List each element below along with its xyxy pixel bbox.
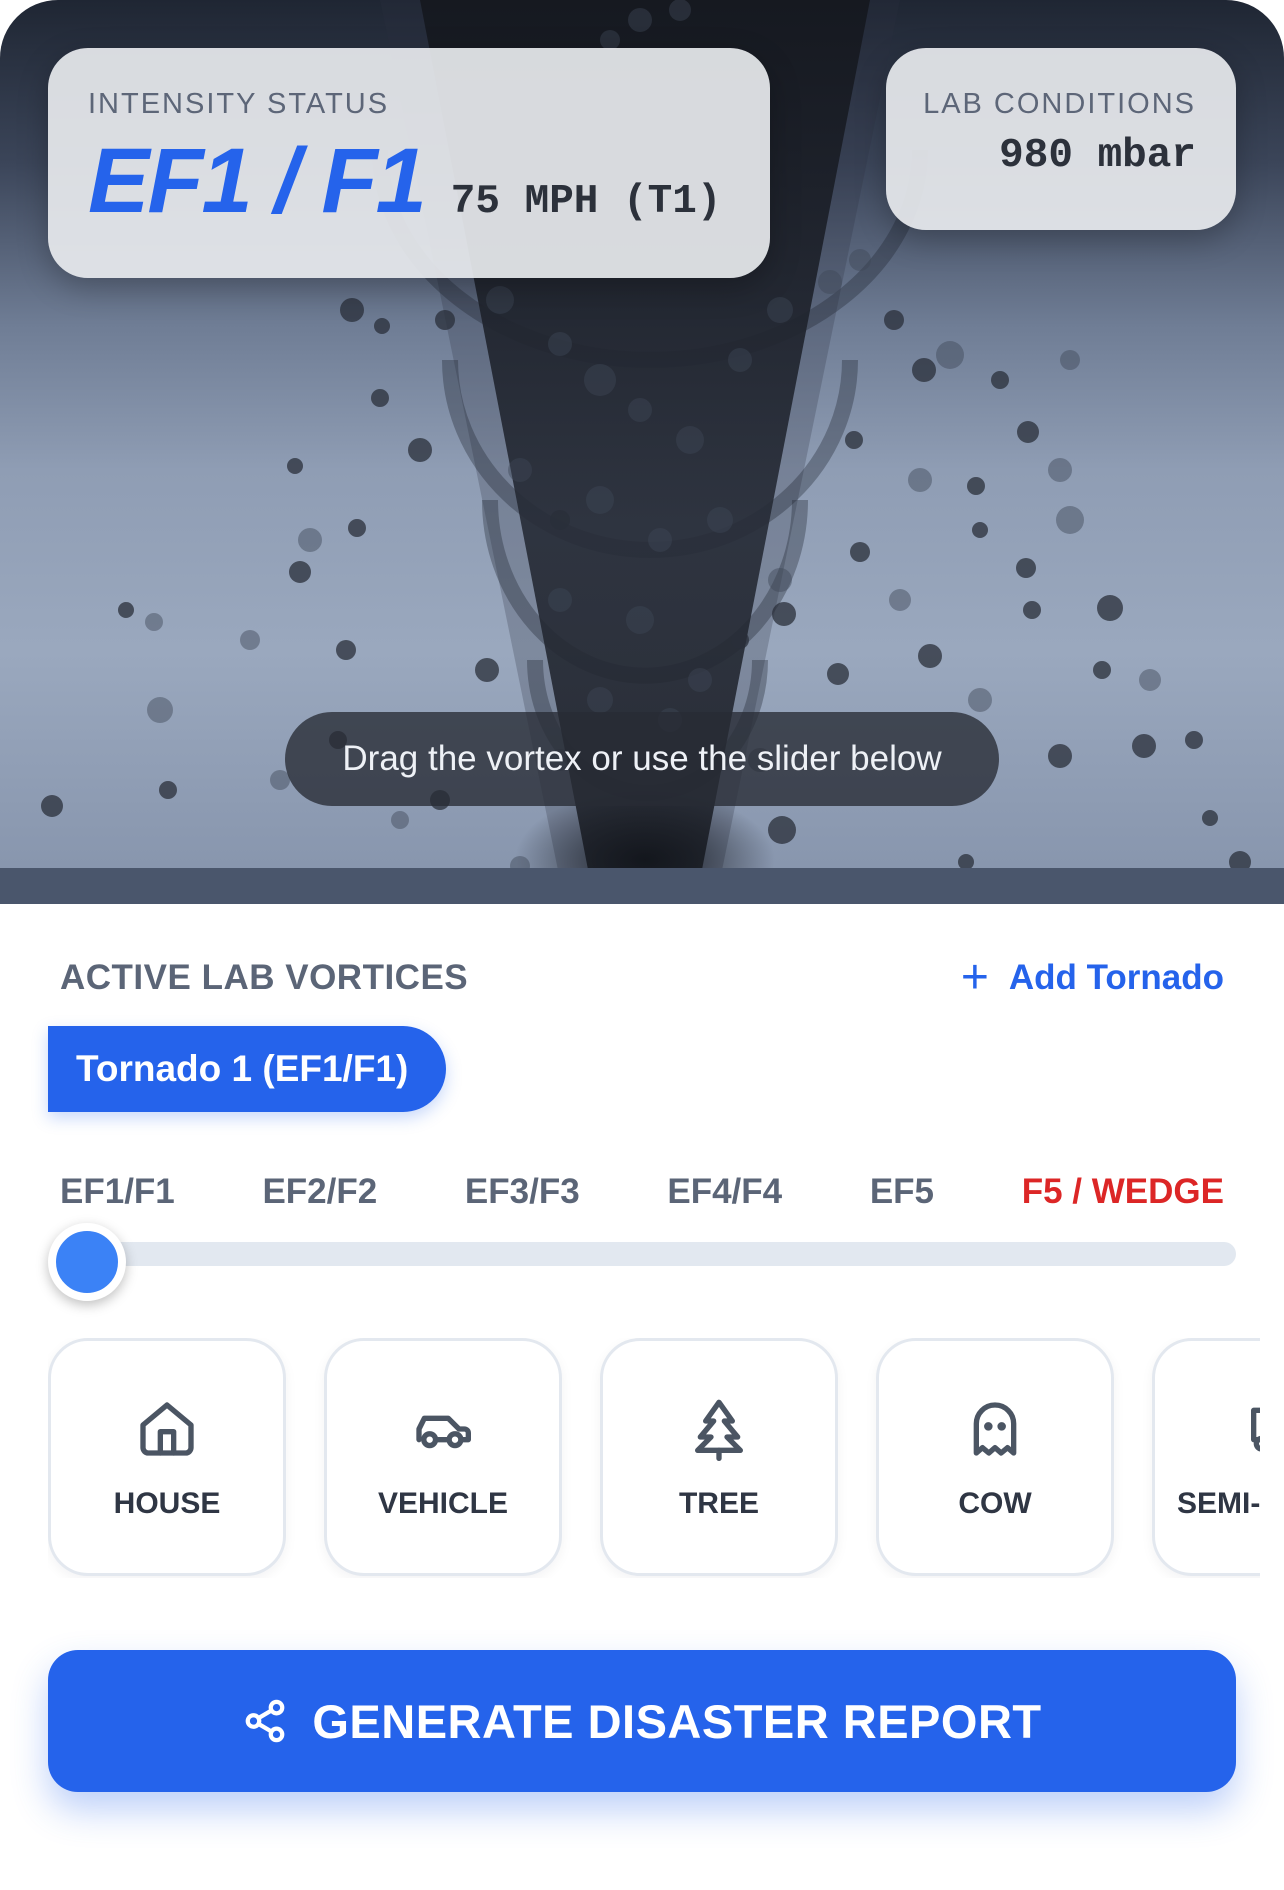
object-label: VEHICLE — [377, 1487, 509, 1520]
tornado-chip[interactable]: Tornado 1 (EF1/F1) — [48, 1026, 447, 1112]
share-icon — [246, 1699, 285, 1743]
lab-conditions-card: LAB CONDITIONS 980 mbar — [886, 48, 1236, 230]
object-semi[interactable]: SEMI- — [1152, 1338, 1260, 1576]
object-label: COW — [958, 1487, 1032, 1520]
intensity-slider-thumb[interactable] — [48, 1223, 126, 1301]
ghost-icon — [973, 1402, 1017, 1456]
level-label-wedge[interactable]: F5 / WEDGE — [1022, 1172, 1224, 1212]
car-icon — [416, 1415, 471, 1449]
object-vehicle[interactable]: VEHICLE — [324, 1338, 562, 1576]
tornado-scene[interactable]: INTENSITY STATUS EF1 / F1 75 MPH (T1) LA… — [0, 0, 1284, 904]
vortices-header: ACTIVE LAB VORTICES + Add Tornado — [60, 954, 1224, 1002]
object-selector: HOUSE VEHICLE TREE COW SEMI- — [48, 1338, 1260, 1578]
wind-speed: 75 MPH (T1) — [450, 179, 722, 225]
level-label[interactable]: EF1/F1 — [60, 1172, 175, 1212]
intensity-slider-track[interactable] — [84, 1242, 1236, 1266]
add-tornado-button[interactable]: + Add Tornado — [961, 954, 1224, 1002]
truck-icon — [1251, 1407, 1260, 1452]
house-icon — [140, 1402, 194, 1456]
ground-strip — [0, 868, 1284, 904]
object-tree[interactable]: TREE — [600, 1338, 838, 1576]
object-label: SEMI- — [1177, 1487, 1260, 1520]
intensity-status-label: INTENSITY STATUS — [88, 88, 390, 120]
level-label[interactable]: EF4/F4 — [667, 1172, 782, 1212]
lab-conditions-label: LAB CONDITIONS — [923, 88, 1196, 120]
intensity-value: EF1 / F1 — [88, 130, 427, 232]
drag-hint-tooltip: Drag the vortex or use the slider below — [285, 712, 999, 806]
object-cow[interactable]: COW — [876, 1338, 1114, 1576]
generate-report-button[interactable]: GENERATE DISASTER REPORT — [48, 1650, 1236, 1792]
level-label[interactable]: EF5 — [870, 1172, 934, 1212]
add-tornado-label: Add Tornado — [1008, 958, 1224, 997]
object-label: HOUSE — [113, 1487, 221, 1520]
object-label: TREE — [678, 1487, 759, 1520]
generate-report-label: GENERATE DISASTER REPORT — [312, 1694, 1042, 1748]
section-title: ACTIVE LAB VORTICES — [60, 958, 469, 997]
object-house[interactable]: HOUSE — [48, 1338, 286, 1576]
pressure-value: 980 mbar — [999, 133, 1196, 179]
plus-icon: + — [960, 951, 989, 1004]
level-label[interactable]: EF2/F2 — [262, 1172, 377, 1212]
intensity-scale-labels: EF1/F1 EF2/F2 EF3/F3 EF4/F4 EF5 F5 / WED… — [60, 1172, 1224, 1212]
level-label[interactable]: EF3/F3 — [465, 1172, 580, 1212]
tree-icon — [695, 1399, 743, 1461]
app-screen: INTENSITY STATUS EF1 / F1 75 MPH (T1) LA… — [0, 0, 1284, 1890]
intensity-status-card: INTENSITY STATUS EF1 / F1 75 MPH (T1) — [48, 48, 770, 278]
